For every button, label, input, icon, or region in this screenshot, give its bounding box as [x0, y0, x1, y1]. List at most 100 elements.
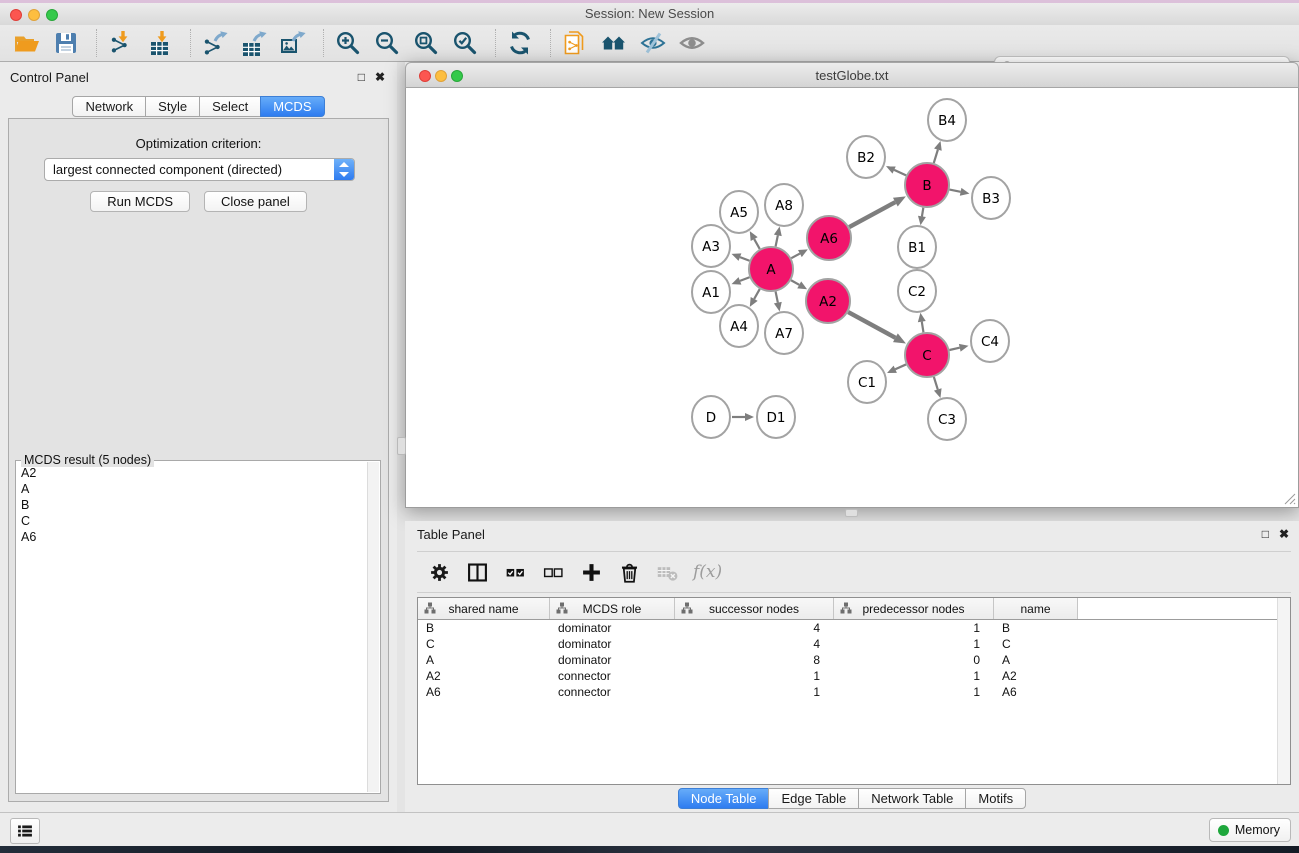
- graph-node-D[interactable]: D: [692, 396, 730, 438]
- cell-name[interactable]: A6: [994, 685, 1078, 699]
- cell-shared-name[interactable]: A6: [418, 685, 550, 699]
- table-row[interactable]: A6connector11A6: [418, 684, 1290, 700]
- graph-node-B4[interactable]: B4: [928, 99, 966, 141]
- graph-node-B[interactable]: B: [905, 163, 949, 207]
- cell-successor-nodes[interactable]: 4: [675, 637, 834, 651]
- mcds-result-item[interactable]: A: [21, 481, 366, 497]
- cell-MCDS-role[interactable]: dominator: [550, 621, 675, 635]
- export-image-icon[interactable]: [280, 30, 306, 56]
- cell-name[interactable]: C: [994, 637, 1078, 651]
- table-settings-icon[interactable]: [427, 560, 451, 584]
- export-table-icon[interactable]: [241, 30, 267, 56]
- cell-predecessor-nodes[interactable]: 1: [834, 621, 994, 635]
- table-scrollbar[interactable]: [1277, 598, 1290, 784]
- cell-successor-nodes[interactable]: 8: [675, 653, 834, 667]
- hide-selected-icon[interactable]: [640, 30, 666, 56]
- table-row[interactable]: Cdominator41C: [418, 636, 1290, 652]
- mcds-result-item[interactable]: B: [21, 497, 366, 513]
- task-history-button[interactable]: [10, 818, 40, 844]
- cell-predecessor-nodes[interactable]: 1: [834, 669, 994, 683]
- graph-node-A6[interactable]: A6: [807, 216, 851, 260]
- close-panel-button[interactable]: Close panel: [204, 191, 307, 212]
- cell-MCDS-role[interactable]: dominator: [550, 637, 675, 651]
- mcds-result-item[interactable]: A6: [21, 529, 366, 545]
- mcds-result-scrollbar[interactable]: [367, 462, 379, 792]
- graph-node-A5[interactable]: A5: [720, 191, 758, 233]
- cell-shared-name[interactable]: C: [418, 637, 550, 651]
- show-all-icon[interactable]: [679, 30, 705, 56]
- table-tab-edge-table[interactable]: Edge Table: [768, 788, 859, 809]
- zoom-fit-icon[interactable]: [413, 30, 439, 56]
- graph-node-A4[interactable]: A4: [720, 305, 758, 347]
- tab-style[interactable]: Style: [145, 96, 200, 117]
- zoom-out-icon[interactable]: [374, 30, 400, 56]
- table-row[interactable]: Adominator80A: [418, 652, 1290, 668]
- graph-node-B1[interactable]: B1: [898, 226, 936, 268]
- import-network-icon[interactable]: [108, 30, 134, 56]
- cell-name[interactable]: A: [994, 653, 1078, 667]
- zoom-selected-icon[interactable]: [452, 30, 478, 56]
- cell-MCDS-role[interactable]: connector: [550, 685, 675, 699]
- window-resize-grip-icon[interactable]: [1284, 493, 1296, 505]
- close-table-panel-icon[interactable]: ✖: [1279, 527, 1289, 541]
- graph-node-A3[interactable]: A3: [692, 225, 730, 267]
- graph-node-B3[interactable]: B3: [972, 177, 1010, 219]
- mcds-result-list[interactable]: A2ABCA6: [18, 465, 366, 791]
- export-network-icon[interactable]: [202, 30, 228, 56]
- table-tab-node-table[interactable]: Node Table: [678, 788, 770, 809]
- optimization-criterion-select[interactable]: largest connected component (directed): [44, 158, 355, 181]
- tab-mcds[interactable]: MCDS: [260, 96, 324, 117]
- unselect-all-columns-icon[interactable]: [541, 560, 565, 584]
- horizontal-splitter-handle[interactable]: [845, 509, 858, 517]
- column-view-icon[interactable]: [465, 560, 489, 584]
- add-column-icon[interactable]: [579, 560, 603, 584]
- cell-MCDS-role[interactable]: connector: [550, 669, 675, 683]
- graph-node-A2[interactable]: A2: [806, 279, 850, 323]
- float-table-panel-icon[interactable]: □: [1262, 527, 1269, 541]
- graph-node-C4[interactable]: C4: [971, 320, 1009, 362]
- refresh-layout-icon[interactable]: [507, 30, 533, 56]
- cell-predecessor-nodes[interactable]: 1: [834, 685, 994, 699]
- open-session-icon[interactable]: [14, 30, 40, 56]
- network-graph[interactable]: B4B2BB3A8A5A6A3B1AA1C2A2A4A7C4CC1DD1C3: [406, 88, 1298, 507]
- graph-node-A[interactable]: A: [749, 247, 793, 291]
- cell-name[interactable]: A2: [994, 669, 1078, 683]
- graph-node-C[interactable]: C: [905, 333, 949, 377]
- cell-predecessor-nodes[interactable]: 1: [834, 637, 994, 651]
- cell-predecessor-nodes[interactable]: 0: [834, 653, 994, 667]
- graph-node-C3[interactable]: C3: [928, 398, 966, 440]
- table-tab-network-table[interactable]: Network Table: [858, 788, 966, 809]
- column-header-predecessor-nodes[interactable]: predecessor nodes: [834, 598, 994, 619]
- tab-network[interactable]: Network: [72, 96, 146, 117]
- delete-column-icon[interactable]: [617, 560, 641, 584]
- graph-node-D1[interactable]: D1: [757, 396, 795, 438]
- column-header-name[interactable]: name: [994, 598, 1078, 619]
- vertical-splitter-handle[interactable]: [397, 437, 406, 455]
- graph-node-A1[interactable]: A1: [692, 271, 730, 313]
- column-header-successor-nodes[interactable]: successor nodes: [675, 598, 834, 619]
- cell-successor-nodes[interactable]: 4: [675, 621, 834, 635]
- network-window-titlebar[interactable]: testGlobe.txt: [405, 62, 1299, 88]
- save-session-icon[interactable]: [53, 30, 79, 56]
- graph-node-A7[interactable]: A7: [765, 312, 803, 354]
- column-header-shared-name[interactable]: shared name: [418, 598, 550, 619]
- select-all-columns-icon[interactable]: [503, 560, 527, 584]
- graph-node-A8[interactable]: A8: [765, 184, 803, 226]
- run-mcds-button[interactable]: Run MCDS: [90, 191, 190, 212]
- cell-shared-name[interactable]: A2: [418, 669, 550, 683]
- zoom-in-icon[interactable]: [335, 30, 361, 56]
- cell-shared-name[interactable]: A: [418, 653, 550, 667]
- close-panel-icon[interactable]: ✖: [375, 70, 385, 84]
- memory-button[interactable]: Memory: [1209, 818, 1291, 842]
- graph-node-C1[interactable]: C1: [848, 361, 886, 403]
- cell-successor-nodes[interactable]: 1: [675, 685, 834, 699]
- graph-node-C2[interactable]: C2: [898, 270, 936, 312]
- tab-select[interactable]: Select: [199, 96, 261, 117]
- table-tab-motifs[interactable]: Motifs: [965, 788, 1026, 809]
- cell-MCDS-role[interactable]: dominator: [550, 653, 675, 667]
- first-neighbors-icon[interactable]: [601, 30, 627, 56]
- cell-successor-nodes[interactable]: 1: [675, 669, 834, 683]
- mcds-result-item[interactable]: C: [21, 513, 366, 529]
- float-panel-icon[interactable]: □: [358, 70, 365, 84]
- import-table-icon[interactable]: [147, 30, 173, 56]
